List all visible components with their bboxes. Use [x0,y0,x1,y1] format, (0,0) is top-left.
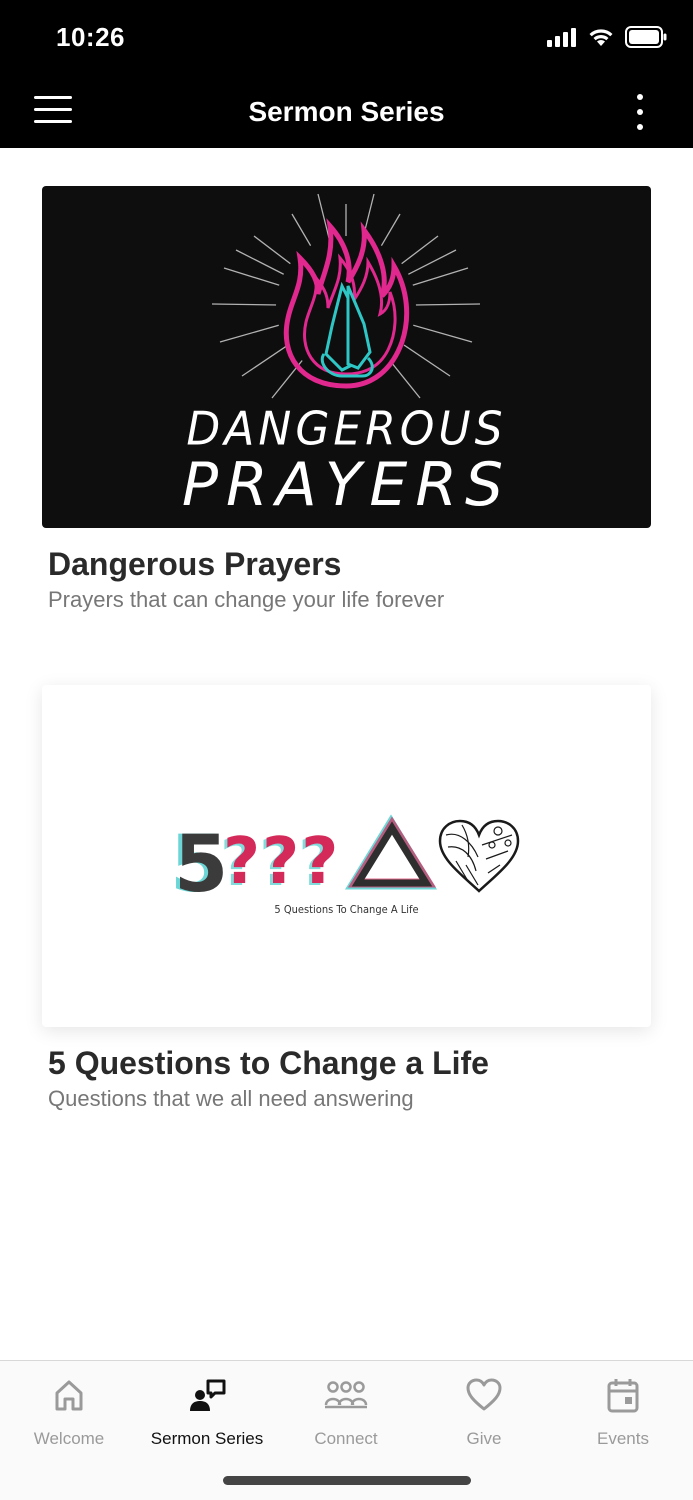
tab-sermon-series[interactable]: Sermon Series [138,1375,276,1449]
series-artwork[interactable]: 5 5 ??? ??? 5 Questions To Change A Life [42,685,651,1027]
page-title: Sermon Series [248,96,445,127]
series-subtitle: Questions that we all need answering [48,1086,414,1111]
dot [637,109,643,115]
artwork-line-1: DANGEROUS [186,402,507,457]
series-artwork[interactable]: DANGEROUS PRAYERS [42,186,651,528]
tab-label: Give [466,1429,502,1448]
series-subtitle: Prayers that can change your life foreve… [48,587,445,612]
group-icon [324,1381,368,1409]
tab-label: Events [597,1429,649,1448]
wifi-icon [589,29,613,46]
series-title[interactable]: Dangerous Prayers [48,546,651,583]
tab-label: Connect [314,1429,378,1448]
home-icon [55,1380,83,1411]
signal-icon [547,28,576,47]
tab-welcome[interactable]: Welcome [0,1375,138,1449]
artwork-line-2: PRAYERS [181,450,512,520]
status-bar: 10:26 [0,0,693,76]
tab-label: Sermon Series [150,1429,264,1448]
more-options-button[interactable] [629,92,651,132]
tab-give[interactable]: Give [415,1375,553,1449]
tab-label: Welcome [33,1429,105,1448]
artwork-caption: 5 Questions To Change A Life [274,903,419,916]
dot [637,124,643,130]
questions-artwork: 5 5 ??? ??? [170,814,520,910]
series-title[interactable]: 5 Questions to Change a Life [48,1045,651,1082]
calendar-icon [607,1379,639,1413]
tab-events[interactable]: Events [554,1375,692,1449]
speaker-icon [190,1379,226,1411]
home-indicator[interactable] [223,1476,471,1485]
tab-connect[interactable]: Connect [277,1375,415,1449]
heart-icon [466,1378,502,1411]
art-marks: ??? [223,825,340,899]
status-time: 10:26 [56,22,125,52]
series-card-5-questions[interactable]: 5 5 ??? ??? 5 Questions To Change A Life… [42,685,651,1112]
status-icons [547,26,667,48]
nav-bar: Sermon Series [0,76,693,148]
battery-icon [625,26,667,48]
dot [637,94,643,100]
series-card-dangerous-prayers[interactable]: DANGEROUS PRAYERS Dangerous Prayers Pray… [42,186,651,613]
